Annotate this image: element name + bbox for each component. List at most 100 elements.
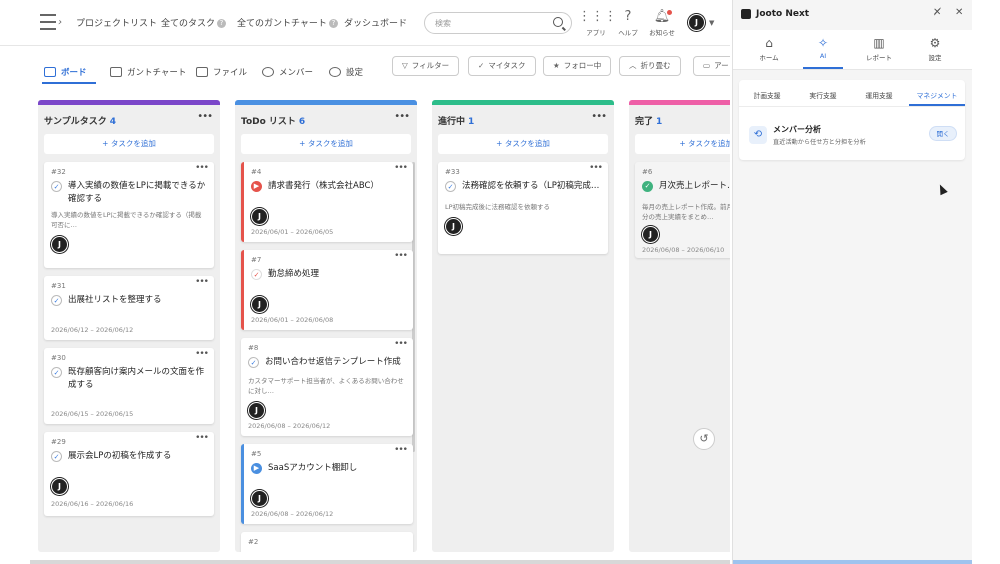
open-button[interactable]: 開く xyxy=(929,126,957,141)
task-number: #31 xyxy=(51,282,66,290)
task-date: 2026/06/08 – 2026/06/10 xyxy=(642,246,725,254)
tab-members[interactable]: メンバー xyxy=(262,66,313,78)
task-number: #30 xyxy=(51,354,66,362)
column-menu-icon[interactable]: ••• xyxy=(591,111,607,122)
task-card[interactable]: #29 ••• ✓ 展示会LPの初稿を作成する J 2026/06/16 – 20… xyxy=(44,432,214,516)
task-card[interactable]: #8 ••• ✓ お問い合わせ返信テンプレート作成 カスタマーサポート担当者が、よ… xyxy=(241,338,413,436)
task-card[interactable]: #5 ••• ▶ SaaSアカウント棚卸し J 2026/06/08 – 2026… xyxy=(241,444,413,524)
nav-all-tasks[interactable]: 全てのタスク? xyxy=(161,16,227,29)
tab-files[interactable]: ファイル xyxy=(196,66,247,78)
search-input[interactable]: 検索 xyxy=(424,12,572,34)
assignee-avatar: J xyxy=(51,236,68,253)
menu-toggle-icon[interactable]: › xyxy=(40,14,64,32)
panel-tab-home[interactable]: ⌂ ホーム xyxy=(749,36,789,62)
notifications-button[interactable]: 🔔︎ お知らせ xyxy=(644,10,680,38)
tab-settings[interactable]: 設定 xyxy=(329,66,363,78)
task-card[interactable]: #31 ••• ✓ 出展社リストを整理する 2026/06/12 – 2026/0… xyxy=(44,276,214,340)
card-menu-icon[interactable]: ••• xyxy=(394,251,408,261)
subtab-management[interactable]: マネジメント xyxy=(909,90,965,100)
task-check-icon[interactable]: ✓ xyxy=(51,295,62,306)
archive-button[interactable]: ▭ アー xyxy=(693,56,730,76)
column-title: ToDo リスト 6 xyxy=(241,117,306,127)
task-card[interactable]: #6 ✓ 月次売上レポート… 毎月の売上レポート作成。前月分の売上実績をまとめ… … xyxy=(635,162,730,258)
column-menu-icon[interactable]: ••• xyxy=(197,111,213,122)
task-card[interactable]: #2 xyxy=(241,532,413,552)
add-task-button[interactable]: + タスクを追加 xyxy=(241,134,411,154)
task-check-icon[interactable]: ✓ xyxy=(51,367,62,378)
task-check-icon[interactable]: ✓ xyxy=(51,451,62,462)
done-check-icon[interactable]: ✓ xyxy=(642,181,653,192)
nav-project-list[interactable]: プロジェクトリスト xyxy=(76,16,157,29)
task-number: #2 xyxy=(248,538,259,546)
task-card[interactable]: #32 ••• ✓ 導入実績の数値をLPに掲載できるか確認する 導入実績の数値をL… xyxy=(44,162,214,268)
sparkle-icon: ✧ xyxy=(817,36,829,50)
tab-gantt[interactable]: ガントチャート xyxy=(110,66,186,78)
folder-icon: ▭ xyxy=(703,61,711,70)
card-menu-icon[interactable]: ••• xyxy=(394,163,408,173)
task-title: ✓ 導入実績の数値をLPに掲載できるか確認する xyxy=(51,180,206,206)
card-menu-icon[interactable]: ••• xyxy=(195,349,209,359)
task-check-icon[interactable]: ✓ xyxy=(51,181,62,192)
column-title: サンプルタスク 4 xyxy=(44,117,116,127)
subtab-active-indicator xyxy=(909,104,965,106)
card-menu-icon[interactable]: ••• xyxy=(195,163,209,173)
task-card[interactable]: #33 ••• ✓ 法務確認を依頼する（LP初稿完成… LP初稿完成後に法務確認を… xyxy=(438,162,608,254)
active-tab-indicator xyxy=(42,82,96,84)
collapse-button[interactable]: ︿ 折り畳む xyxy=(619,56,681,76)
task-title: ▶ SaaSアカウント棚卸し xyxy=(251,462,405,475)
gear-icon: ⚙ xyxy=(929,36,941,50)
subtab-operation[interactable]: 運用支援 xyxy=(851,90,907,100)
assignee-avatar: J xyxy=(251,296,268,313)
home-icon: ⌂ xyxy=(765,36,773,50)
jooto-logo-icon xyxy=(741,9,751,19)
card-menu-icon[interactable]: ••• xyxy=(195,433,209,443)
apps-button[interactable]: ⋮⋮⋮ アプリ xyxy=(578,10,617,38)
task-description: 毎月の売上レポート作成。前月分の売上実績をまとめ… xyxy=(642,203,730,221)
task-card[interactable]: #7 ••• ✓ 勤怠締め処理 J 2026/06/01 – 2026/06/08 xyxy=(241,250,413,330)
board-horizontal-scrollbar[interactable] xyxy=(30,560,730,564)
user-avatar[interactable]: J xyxy=(688,14,705,31)
column-todo-list: ToDo リスト 6 ••• + タスクを追加 #4 ••• ▶ 請求書発行（株式会… xyxy=(235,100,417,552)
filter-button[interactable]: ▽ フィルター xyxy=(392,56,460,76)
close-icon[interactable]: ✕ xyxy=(955,7,963,18)
nav-dashboard[interactable]: ダッシュボード xyxy=(344,16,407,29)
task-number: #8 xyxy=(248,344,259,352)
task-check-icon[interactable]: ✓ xyxy=(445,181,456,192)
task-check-icon[interactable]: ✓ xyxy=(248,357,259,368)
nav-all-gantt[interactable]: 全てのガントチャート? xyxy=(237,16,338,29)
assignee-avatar: J xyxy=(445,218,462,235)
assignee-avatar: J xyxy=(248,402,265,419)
task-check-icon[interactable]: ✓ xyxy=(251,269,262,280)
column-title: 完了 1 xyxy=(635,117,663,127)
task-card[interactable]: #30 ••• ✓ 既存顧客向け案内メールの文面を作成する 2026/06/15 … xyxy=(44,348,214,424)
add-task-button[interactable]: + タスクを追加 xyxy=(635,134,730,154)
panel-tab-settings[interactable]: ⚙ 設定 xyxy=(915,36,955,62)
card-menu-icon[interactable]: ••• xyxy=(195,277,209,287)
history-icon[interactable]: ↺ xyxy=(693,428,715,450)
add-task-button[interactable]: + タスクを追加 xyxy=(44,134,214,154)
help-button[interactable]: ? ヘルプ xyxy=(610,10,646,38)
column-menu-icon[interactable]: ••• xyxy=(394,111,410,122)
assignee-avatar: J xyxy=(642,226,659,243)
card-menu-icon[interactable]: ••• xyxy=(394,445,408,455)
panel-tab-report[interactable]: ▥ レポート xyxy=(859,36,899,62)
task-card[interactable]: #4 ••• ▶ 請求書発行（株式会社ABC） J 2026/06/01 – 20… xyxy=(241,162,413,242)
panel-tab-ai[interactable]: ✧ AI xyxy=(803,36,843,60)
task-number: #29 xyxy=(51,438,66,446)
tab-board[interactable]: ボード xyxy=(44,66,87,78)
subtab-planning[interactable]: 計画支援 xyxy=(739,90,795,100)
following-button[interactable]: ★ フォロー中 xyxy=(543,56,612,76)
unpin-icon[interactable]: ✕̸ xyxy=(933,7,941,18)
subtab-execution[interactable]: 実行支援 xyxy=(795,90,851,100)
card-menu-icon[interactable]: ••• xyxy=(589,163,603,173)
chevron-down-icon[interactable]: ▼ xyxy=(709,19,714,27)
card-menu-icon[interactable]: ••• xyxy=(394,339,408,349)
play-status-icon[interactable]: ▶ xyxy=(251,463,262,474)
panel-tabs: ⌂ ホーム ✧ AI ▥ レポート ⚙ 設定 xyxy=(733,30,972,70)
kanban-board: サンプルタスク 4 ••• + タスクを追加 #32 ••• ✓ 導入実績の数値をL… xyxy=(0,98,730,564)
help-circle-icon: ? xyxy=(217,19,227,28)
play-status-icon[interactable]: ▶ xyxy=(251,181,262,192)
my-tasks-button[interactable]: ✓ マイタスク xyxy=(468,56,536,76)
add-task-button[interactable]: + タスクを追加 xyxy=(438,134,608,154)
ai-assist-card: 計画支援 実行支援 運用支援 マネジメント ⟲ メンバー分析 直近活動から任せ方… xyxy=(739,80,965,160)
